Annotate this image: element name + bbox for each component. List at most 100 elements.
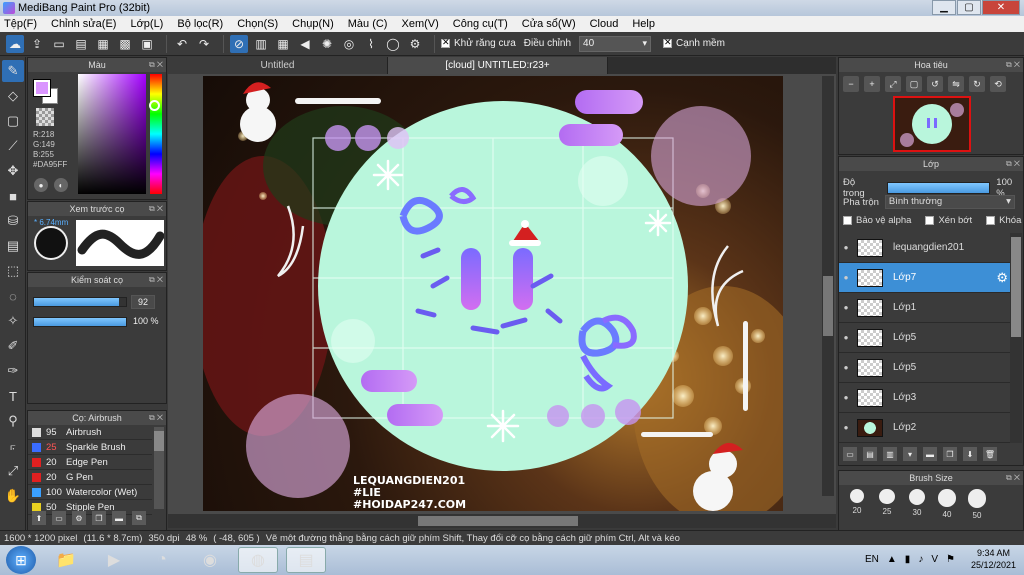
brush-size-preset[interactable]: 25 xyxy=(873,489,901,520)
cross-snap-icon[interactable]: ▦ xyxy=(274,35,292,53)
canvas-vertical-scrollbar[interactable] xyxy=(822,76,834,496)
canvas-horizontal-scrollbar[interactable] xyxy=(168,514,836,528)
brush-list-item[interactable]: 100 Watercolor (Wet) xyxy=(28,485,152,500)
layer-settings-gear-icon[interactable]: ⚙ xyxy=(996,270,1008,286)
duplicate-icon[interactable]: ⧉ xyxy=(132,511,146,525)
panel-buttons[interactable]: ⧉ ✕ xyxy=(149,58,163,72)
zoom-in-icon[interactable]: + xyxy=(864,76,880,92)
share-icon[interactable]: ⇪ xyxy=(28,35,46,53)
folder-icon[interactable]: ▬ xyxy=(112,511,126,525)
actual-size-icon[interactable]: ▢ xyxy=(906,76,922,92)
scroll-thumb[interactable] xyxy=(154,431,164,451)
palette-icon[interactable]: ● xyxy=(34,178,48,192)
adjust-select[interactable]: 40 xyxy=(579,35,652,52)
divide-tool-icon[interactable]: ⚲ xyxy=(2,410,24,432)
document-icon[interactable]: ▤ xyxy=(72,35,90,53)
fit-icon[interactable]: ⤢ xyxy=(885,76,901,92)
panel-buttons[interactable]: ⧉ ✕ xyxy=(1006,471,1020,485)
layer-item[interactable]: ● Lớp2 xyxy=(839,413,1011,443)
menu-color[interactable]: Màu (C) xyxy=(348,18,388,30)
scroll-thumb[interactable] xyxy=(823,276,833,336)
select-pen-icon[interactable]: ✐ xyxy=(2,335,24,357)
panel-buttons[interactable]: ⧉ ✕ xyxy=(149,273,163,287)
drawing-canvas[interactable]: LEQUANGDIEN201 #LIE #HOIDAP247.COM xyxy=(203,76,783,511)
blend-mode-select[interactable]: Bình thường xyxy=(884,195,1015,209)
visibility-eye-icon[interactable]: ● xyxy=(839,303,853,312)
panel-buttons[interactable]: ⧉ ✕ xyxy=(149,411,163,425)
close-button[interactable]: ✕ xyxy=(982,0,1020,15)
maximize-button[interactable]: ▢ xyxy=(957,0,981,15)
menu-filter[interactable]: Bộ lọc(R) xyxy=(177,18,223,30)
chat-icon[interactable]: ▭ xyxy=(50,35,68,53)
brush-size-preset[interactable]: 50 xyxy=(963,489,991,520)
volume-icon[interactable]: ♪ xyxy=(918,554,923,565)
menu-help[interactable]: Help xyxy=(632,18,655,30)
menu-file[interactable]: Tệp(F) xyxy=(4,18,37,30)
radial-snap-icon[interactable]: ✺ xyxy=(318,35,336,53)
brush-list-item[interactable]: 25 Sparkle Brush xyxy=(28,440,152,455)
layer-list-scrollbar[interactable] xyxy=(1010,233,1022,443)
layer-folder-icon[interactable]: ▬ xyxy=(923,447,937,461)
visibility-eye-icon[interactable]: ● xyxy=(839,273,853,282)
text-tool-icon[interactable]: T xyxy=(2,385,24,407)
antialias-option[interactable]: Khử răng cưa xyxy=(441,37,516,49)
panel-icon[interactable]: ▣ xyxy=(138,35,156,53)
layer-item[interactable]: ● Lớp5 xyxy=(839,323,1011,353)
document-taskbar-icon[interactable]: ▤ xyxy=(286,547,326,573)
dot-tool-icon[interactable]: ▢ xyxy=(2,110,24,132)
protect-alpha-checkbox[interactable] xyxy=(843,216,852,225)
redo-icon[interactable]: ↷ xyxy=(195,35,213,53)
tray-arrow-icon[interactable]: ▲ xyxy=(887,554,897,565)
menu-snap[interactable]: Chụp(N) xyxy=(292,18,334,30)
brush-size-slider[interactable] xyxy=(33,297,127,307)
magic-wand-icon[interactable]: ✧ xyxy=(2,310,24,332)
new-8bit-layer-icon[interactable]: ▥ xyxy=(883,447,897,461)
layer-item[interactable]: ● Lớp5 xyxy=(839,353,1011,383)
layer-menu-icon[interactable]: ▾ xyxy=(903,447,917,461)
cloud-icon[interactable]: ☁ xyxy=(6,34,24,53)
language-indicator[interactable]: EN xyxy=(865,554,879,565)
medibang-taskbar-icon[interactable]: ◍ xyxy=(238,547,278,573)
snap-off-icon[interactable]: ⊘ xyxy=(230,34,248,53)
visibility-eye-icon[interactable]: ● xyxy=(839,333,853,342)
menu-select[interactable]: Chọn(S) xyxy=(237,18,278,30)
brush-size-preset[interactable]: 30 xyxy=(903,489,931,520)
eraser-tool-icon[interactable]: ◇ xyxy=(2,85,24,107)
add-brush-icon[interactable]: ⬆ xyxy=(32,511,46,525)
reset-icon[interactable]: ⟲ xyxy=(990,76,1006,92)
hue-picker-handle[interactable] xyxy=(149,100,160,111)
panel-buttons[interactable]: ⧉ ✕ xyxy=(1006,157,1020,171)
chrome-icon[interactable]: ◉ xyxy=(190,547,230,573)
brush-opacity-slider[interactable] xyxy=(33,317,127,327)
menu-view[interactable]: Xem(V) xyxy=(401,18,438,30)
select-eraser-icon[interactable]: ✑ xyxy=(2,360,24,382)
start-button[interactable]: ⊞ xyxy=(6,546,36,574)
brush-list-item[interactable]: 20 Edge Pen xyxy=(28,455,152,470)
lasso-tool-icon[interactable]: ◌ xyxy=(2,285,24,307)
gradient-tool-icon[interactable]: ▤ xyxy=(2,235,24,257)
minimize-button[interactable]: ▁ xyxy=(932,0,956,15)
menu-tools[interactable]: Công cụ(T) xyxy=(453,18,508,30)
brush-list-item[interactable]: 20 G Pen xyxy=(28,470,152,485)
foreground-color-swatch[interactable] xyxy=(33,79,51,97)
saturation-value-picker[interactable] xyxy=(78,74,146,194)
brush-list-scrollbar[interactable] xyxy=(154,427,164,509)
brush-size-preset[interactable]: 20 xyxy=(843,489,871,520)
network-icon[interactable]: ▮ xyxy=(905,554,911,565)
merge-down-icon[interactable]: ⬇ xyxy=(963,447,977,461)
scroll-thumb[interactable] xyxy=(418,516,578,526)
tab-untitled[interactable]: Untitled xyxy=(168,57,388,74)
visibility-eye-icon[interactable]: ● xyxy=(839,363,853,372)
menu-edit[interactable]: Chỉnh sửa(E) xyxy=(51,18,116,30)
select-tool-icon[interactable]: ⬚ xyxy=(2,260,24,282)
clock[interactable]: 9:34 AM 25/12/2021 xyxy=(971,547,1016,571)
hue-slider[interactable] xyxy=(150,74,162,194)
parallel-snap-icon[interactable]: ▥ xyxy=(252,35,270,53)
panel-buttons[interactable]: ⧉ ✕ xyxy=(1006,58,1020,72)
rotate-right-icon[interactable]: ↻ xyxy=(969,76,985,92)
ellipse-snap-icon[interactable]: ◯ xyxy=(384,35,402,53)
brush-tool-icon[interactable]: ✎ xyxy=(2,60,24,82)
brush-size-preset[interactable]: 40 xyxy=(933,489,961,520)
comic-icon[interactable]: ▦ xyxy=(94,35,112,53)
brush-size-value[interactable]: 92 xyxy=(131,295,155,309)
